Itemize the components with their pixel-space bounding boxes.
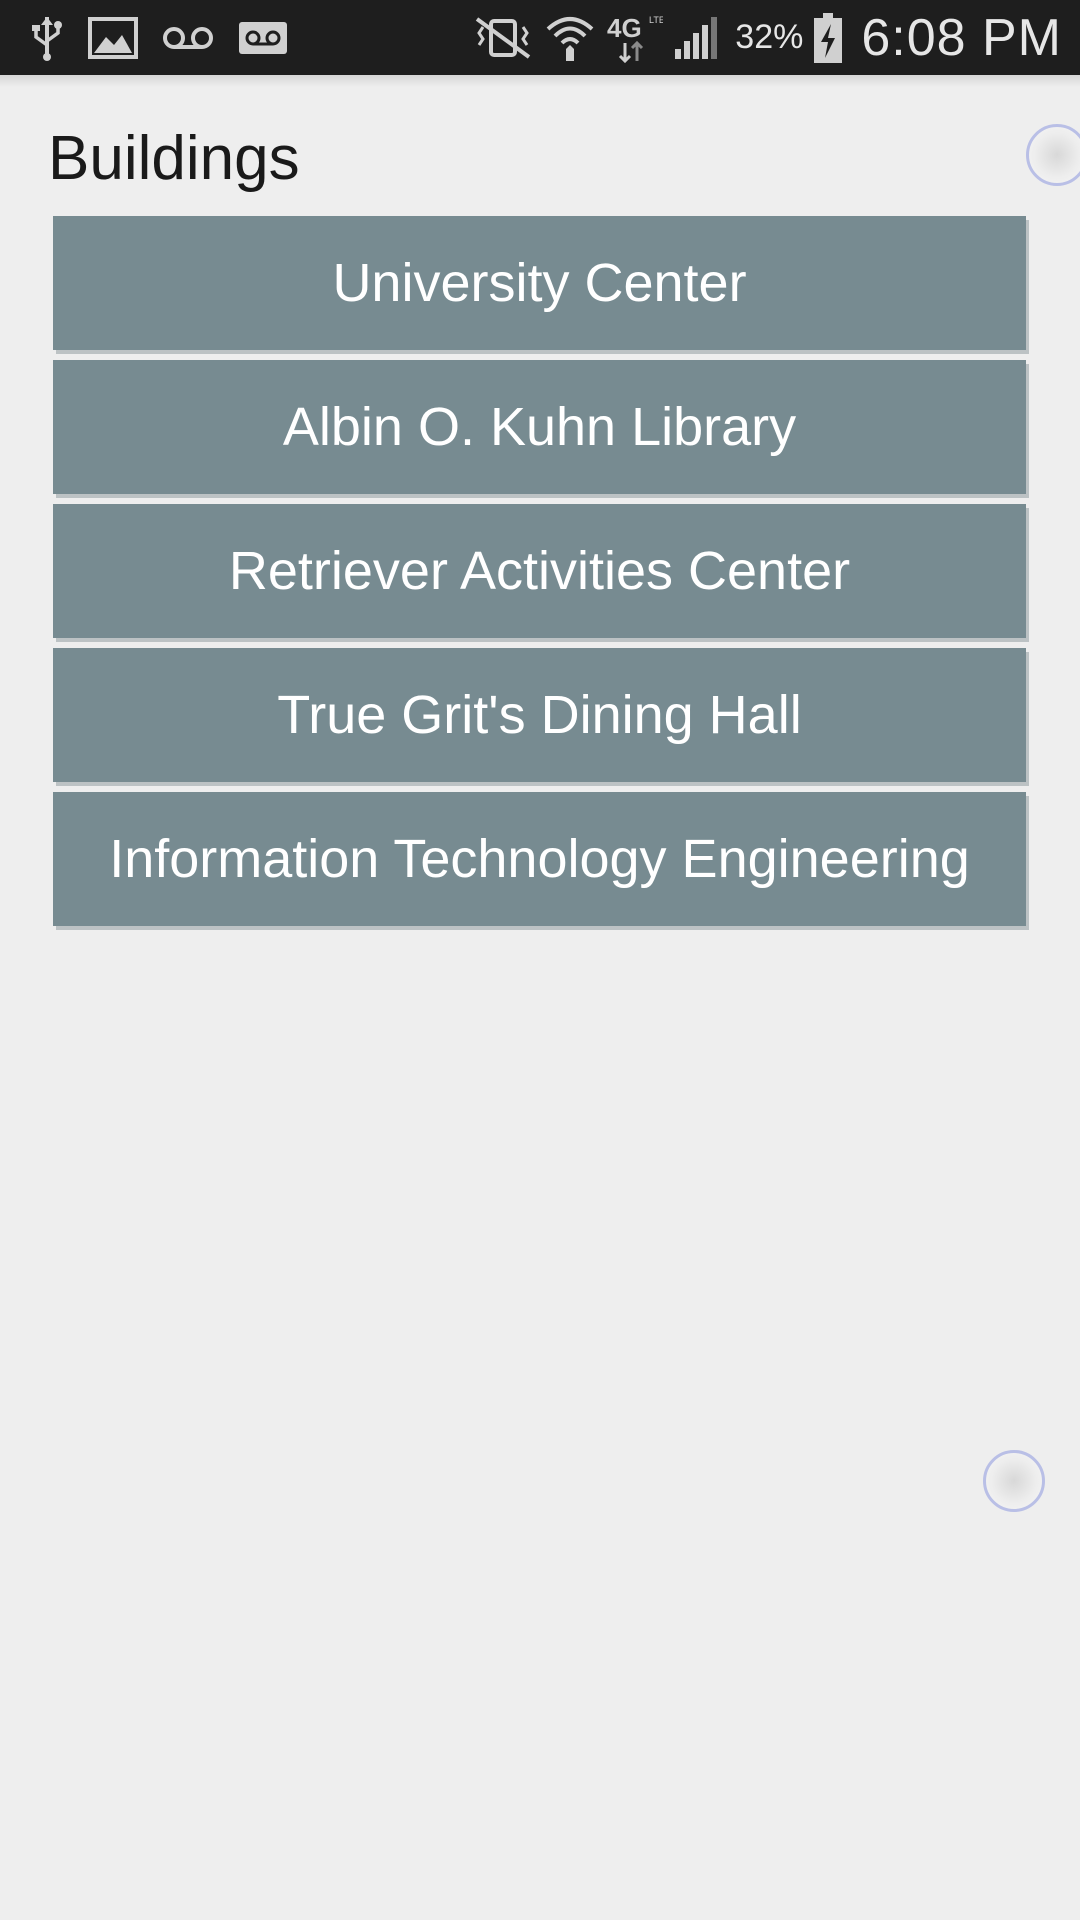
voicemail-box-icon [238,21,288,55]
status-bar-right: 4G LTE 32% 6:08 PM [471,0,1062,75]
building-button-retriever-activities-center[interactable]: Retriever Activities Center [53,504,1026,638]
building-button-university-center[interactable]: University Center [53,216,1026,350]
image-icon [88,16,138,59]
vibrate-off-icon [471,15,535,61]
touch-indicator [1026,124,1080,186]
svg-text:LTE: LTE [649,15,663,25]
status-clock: 6:08 PM [861,8,1062,67]
building-button-information-technology-engineering[interactable]: Information Technology Engineering [53,792,1026,926]
building-button-kuhn-library[interactable]: Albin O. Kuhn Library [53,360,1026,494]
wifi-icon [545,13,595,63]
usb-icon [30,15,64,61]
status-bar: 4G LTE 32% 6:08 PM [0,0,1080,75]
page-title: Buildings [48,124,300,193]
battery-percent: 32% [735,18,804,56]
battery-charging-icon [813,12,843,64]
touch-indicator [983,1450,1045,1512]
status-bar-left [30,0,288,75]
building-list: University Center Albin O. Kuhn Library … [53,216,1026,936]
signal-icon [673,15,719,61]
building-button-true-grits-dining-hall[interactable]: True Grit's Dining Hall [53,648,1026,782]
status-bar-shadow [0,75,1080,87]
network-4g-lte-icon: 4G LTE [605,13,663,63]
voicemail-icon [162,24,214,52]
svg-text:4G: 4G [607,13,642,43]
